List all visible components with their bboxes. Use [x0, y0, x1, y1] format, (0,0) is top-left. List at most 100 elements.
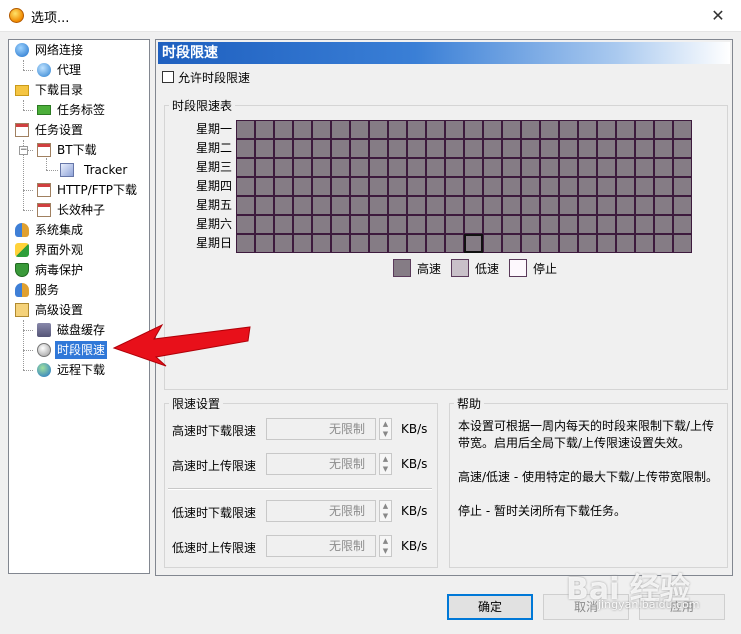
schedule-cell[interactable]: [331, 158, 350, 177]
schedule-cell[interactable]: [407, 234, 426, 253]
schedule-cell[interactable]: [673, 234, 692, 253]
schedule-cell[interactable]: [312, 177, 331, 196]
schedule-cell[interactable]: [559, 139, 578, 158]
schedule-cell[interactable]: [521, 196, 540, 215]
schedule-cell[interactable]: [407, 158, 426, 177]
schedule-cell[interactable]: [597, 158, 616, 177]
schedule-cell[interactable]: [312, 139, 331, 158]
schedule-cell[interactable]: [350, 177, 369, 196]
schedule-cell[interactable]: [540, 234, 559, 253]
close-button[interactable]: ✕: [695, 0, 741, 31]
schedule-cell[interactable]: [388, 177, 407, 196]
schedule-cell[interactable]: [502, 215, 521, 234]
schedule-cell[interactable]: [521, 215, 540, 234]
schedule-cell[interactable]: [236, 215, 255, 234]
schedule-cell[interactable]: [673, 158, 692, 177]
schedule-cell[interactable]: [483, 196, 502, 215]
schedule-cell[interactable]: [445, 215, 464, 234]
schedule-cell[interactable]: [559, 158, 578, 177]
schedule-cell[interactable]: [540, 177, 559, 196]
schedule-cell[interactable]: [521, 177, 540, 196]
schedule-cell[interactable]: [635, 177, 654, 196]
schedule-cell[interactable]: [616, 139, 635, 158]
schedule-cell[interactable]: [312, 158, 331, 177]
schedule-cell[interactable]: [673, 177, 692, 196]
high-upload-field[interactable]: 无限制: [266, 453, 376, 475]
schedule-cell[interactable]: [445, 158, 464, 177]
schedule-cell[interactable]: [350, 120, 369, 139]
schedule-cell[interactable]: [635, 215, 654, 234]
schedule-cell[interactable]: [331, 215, 350, 234]
schedule-cell[interactable]: [255, 139, 274, 158]
schedule-cell[interactable]: [464, 120, 483, 139]
schedule-cell[interactable]: [464, 177, 483, 196]
schedule-cell[interactable]: [464, 215, 483, 234]
schedule-cell[interactable]: [331, 120, 350, 139]
schedule-cell[interactable]: [426, 196, 445, 215]
schedule-cell[interactable]: [521, 234, 540, 253]
schedule-cell[interactable]: [312, 196, 331, 215]
schedule-cell[interactable]: [464, 196, 483, 215]
schedule-cell[interactable]: [293, 158, 312, 177]
schedule-cell[interactable]: [388, 215, 407, 234]
schedule-cell[interactable]: [578, 120, 597, 139]
schedule-cell[interactable]: [578, 196, 597, 215]
schedule-cell[interactable]: [293, 120, 312, 139]
schedule-cell[interactable]: [350, 234, 369, 253]
schedule-cell[interactable]: [559, 120, 578, 139]
schedule-cell[interactable]: [483, 120, 502, 139]
schedule-cell[interactable]: [597, 234, 616, 253]
schedule-cell[interactable]: [236, 196, 255, 215]
schedule-cell[interactable]: [369, 234, 388, 253]
ok-button[interactable]: 确定: [447, 594, 533, 620]
schedule-cell[interactable]: [407, 120, 426, 139]
schedule-cell[interactable]: [502, 139, 521, 158]
schedule-cell[interactable]: [426, 120, 445, 139]
schedule-cell[interactable]: [331, 139, 350, 158]
schedule-cell[interactable]: [559, 177, 578, 196]
schedule-cell[interactable]: [445, 234, 464, 253]
schedule-cell[interactable]: [597, 120, 616, 139]
schedule-cell[interactable]: [616, 196, 635, 215]
schedule-cell[interactable]: [578, 234, 597, 253]
schedule-cell[interactable]: [293, 196, 312, 215]
schedule-cell[interactable]: [236, 158, 255, 177]
schedule-cell[interactable]: [559, 196, 578, 215]
schedule-cell[interactable]: [255, 120, 274, 139]
low-upload-field[interactable]: 无限制: [266, 535, 376, 557]
schedule-cell[interactable]: [654, 139, 673, 158]
schedule-cell[interactable]: [388, 234, 407, 253]
schedule-cell[interactable]: [483, 215, 502, 234]
schedule-cell[interactable]: [616, 234, 635, 253]
schedule-cell[interactable]: [274, 177, 293, 196]
schedule-cell[interactable]: [597, 196, 616, 215]
schedule-cell[interactable]: [331, 234, 350, 253]
schedule-cell[interactable]: [236, 234, 255, 253]
schedule-cell[interactable]: [350, 158, 369, 177]
schedule-cell[interactable]: [236, 139, 255, 158]
schedule-cell[interactable]: [502, 177, 521, 196]
schedule-cell[interactable]: [635, 120, 654, 139]
schedule-cell[interactable]: [274, 196, 293, 215]
schedule-cell[interactable]: [464, 158, 483, 177]
schedule-cell[interactable]: [673, 120, 692, 139]
schedule-cell[interactable]: [654, 215, 673, 234]
schedule-cell[interactable]: [597, 215, 616, 234]
schedule-cell[interactable]: [331, 196, 350, 215]
schedule-cell[interactable]: [578, 139, 597, 158]
schedule-cell[interactable]: [540, 139, 559, 158]
low-download-field[interactable]: 无限制: [266, 500, 376, 522]
schedule-cell[interactable]: [654, 234, 673, 253]
schedule-cell[interactable]: [293, 234, 312, 253]
high-download-spinner[interactable]: ▲ ▼: [379, 418, 392, 440]
schedule-cell[interactable]: [559, 234, 578, 253]
schedule-cell[interactable]: [407, 215, 426, 234]
schedule-cell[interactable]: [407, 177, 426, 196]
schedule-cell[interactable]: [445, 177, 464, 196]
schedule-cell[interactable]: [502, 196, 521, 215]
schedule-cell[interactable]: [293, 177, 312, 196]
high-upload-spinner[interactable]: ▲ ▼: [379, 453, 392, 475]
schedule-cell[interactable]: [502, 234, 521, 253]
schedule-cell[interactable]: [673, 139, 692, 158]
schedule-cell[interactable]: [426, 234, 445, 253]
